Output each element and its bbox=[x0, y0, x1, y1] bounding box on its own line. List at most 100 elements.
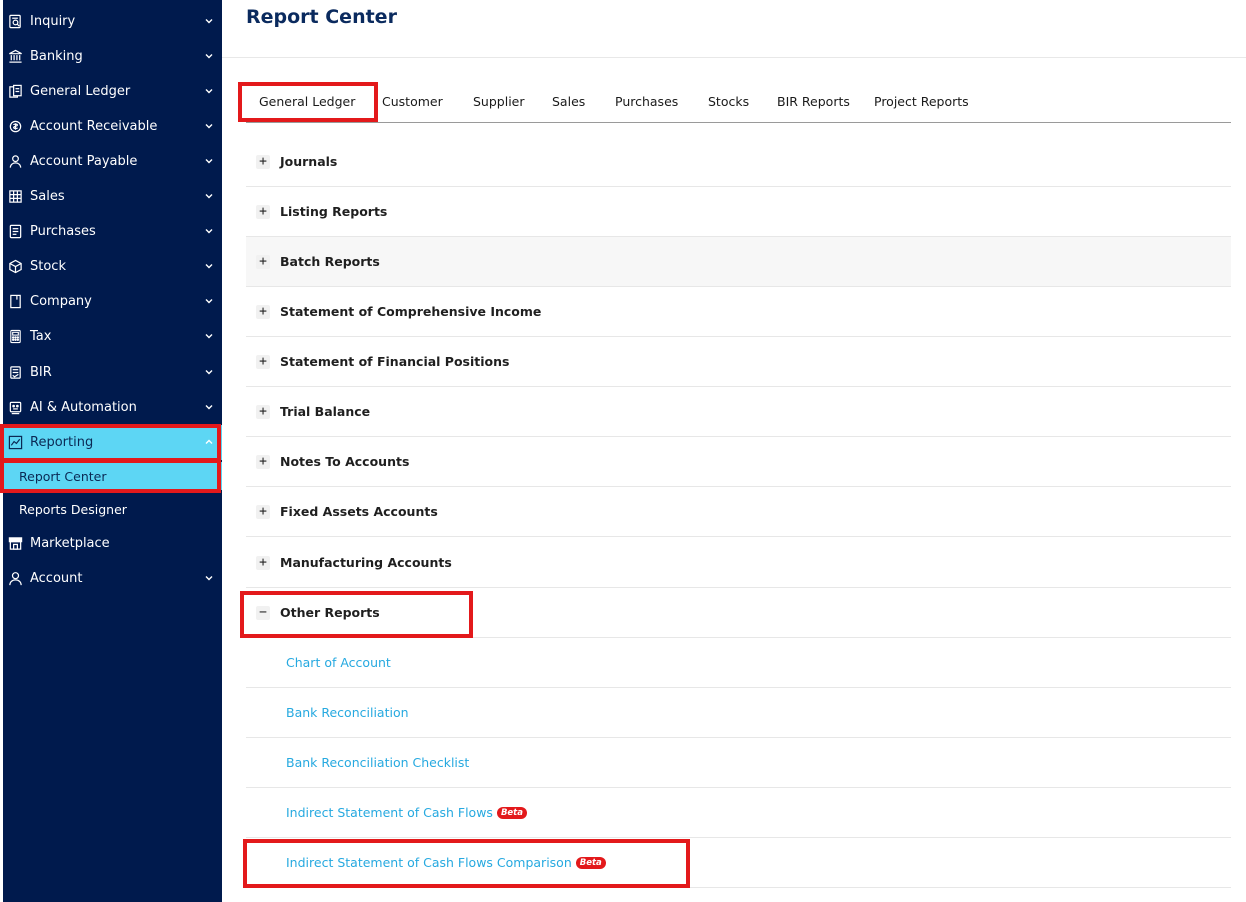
sales-icon bbox=[7, 189, 23, 205]
section-journals[interactable]: + Journals bbox=[246, 137, 1231, 187]
inquiry-icon bbox=[7, 14, 23, 30]
tab-supplier[interactable]: Supplier bbox=[473, 94, 525, 109]
chevron-down-icon bbox=[205, 405, 213, 410]
section-notes-to-accounts[interactable]: + Notes To Accounts bbox=[246, 437, 1231, 487]
sidebar-item-label: Account Payable bbox=[30, 154, 138, 169]
section-label: Other Reports bbox=[280, 605, 380, 620]
sidebar-item-label: Marketplace bbox=[30, 536, 110, 551]
sidebar-subitem-report-center[interactable]: Report Center bbox=[3, 462, 222, 490]
expand-icon[interactable]: + bbox=[256, 304, 270, 319]
sidebar-item-marketplace[interactable]: Marketplace bbox=[3, 526, 222, 561]
section-label: Trial Balance bbox=[280, 404, 371, 419]
sidebar-item-label: AI & Automation bbox=[30, 400, 137, 415]
beta-badge: Beta bbox=[496, 806, 527, 819]
report-link-chart-of-account[interactable]: Chart of Account bbox=[286, 655, 391, 670]
sidebar-item-reporting[interactable]: Reporting bbox=[3, 425, 222, 460]
section-manufacturing-accounts[interactable]: + Manufacturing Accounts bbox=[246, 538, 1231, 588]
report-link-indirect-cash-flows-comparison[interactable]: Indirect Statement of Cash Flows Compari… bbox=[286, 855, 572, 870]
chevron-down-icon bbox=[205, 576, 213, 581]
sidebar-item-label: Banking bbox=[30, 49, 83, 64]
ai-icon bbox=[7, 400, 23, 416]
section-statement-of-comprehensive-income[interactable]: + Statement of Comprehensive Income bbox=[246, 287, 1231, 337]
section-label: Manufacturing Accounts bbox=[280, 555, 452, 570]
sidebar-item-purchases[interactable]: Purchases bbox=[3, 214, 222, 249]
tab-project-reports[interactable]: Project Reports bbox=[874, 94, 969, 109]
expand-icon[interactable]: + bbox=[256, 204, 270, 219]
report-link-bank-reconciliation[interactable]: Bank Reconciliation bbox=[286, 705, 409, 720]
section-other-reports[interactable]: − Other Reports bbox=[246, 588, 1231, 638]
expand-icon[interactable]: + bbox=[256, 454, 270, 469]
sidebar-item-stock[interactable]: Stock bbox=[3, 249, 222, 284]
expand-icon[interactable]: + bbox=[256, 254, 270, 269]
list-item: Indirect Statement of Cash Flows Beta bbox=[246, 788, 1231, 838]
receivable-icon bbox=[7, 119, 23, 135]
sidebar-item-label: Purchases bbox=[30, 224, 96, 239]
stock-icon bbox=[7, 259, 23, 275]
sidebar-item-label: Inquiry bbox=[30, 14, 76, 29]
chevron-down-icon bbox=[205, 194, 213, 199]
chart-icon bbox=[7, 435, 23, 451]
expand-icon[interactable]: + bbox=[256, 354, 270, 369]
sidebar-item-account-payable[interactable]: Account Payable bbox=[3, 144, 222, 179]
report-link-bank-reconciliation-checklist[interactable]: Bank Reconciliation Checklist bbox=[286, 755, 469, 770]
purchases-icon bbox=[7, 224, 23, 240]
page-header: Report Center bbox=[222, 0, 1246, 58]
sidebar-item-ai-automation[interactable]: AI & Automation bbox=[3, 390, 222, 425]
section-fixed-assets-accounts[interactable]: + Fixed Assets Accounts bbox=[246, 487, 1231, 537]
chevron-up-icon bbox=[205, 439, 213, 444]
sidebar-item-label: General Ledger bbox=[30, 84, 131, 99]
section-label: Fixed Assets Accounts bbox=[280, 504, 438, 519]
chevron-down-icon bbox=[205, 229, 213, 234]
chevron-down-icon bbox=[205, 159, 213, 164]
sidebar-item-banking[interactable]: Banking bbox=[3, 39, 222, 74]
sidebar-item-account-receivable[interactable]: Account Receivable bbox=[3, 109, 222, 144]
chevron-down-icon bbox=[205, 370, 213, 375]
expand-icon[interactable]: + bbox=[256, 154, 270, 169]
sidebar-item-tax[interactable]: Tax bbox=[3, 319, 222, 354]
chevron-down-icon bbox=[205, 264, 213, 269]
section-statement-of-financial-positions[interactable]: + Statement of Financial Positions bbox=[246, 337, 1231, 387]
list-item: Indirect Statement of Cash Flows Compari… bbox=[246, 838, 1231, 888]
sidebar-item-account[interactable]: Account bbox=[3, 561, 222, 596]
sidebar-item-label: BIR bbox=[30, 365, 52, 380]
sidebar-item-sales[interactable]: Sales bbox=[3, 179, 222, 214]
section-batch-reports[interactable]: + Batch Reports bbox=[246, 237, 1231, 287]
collapse-icon[interactable]: − bbox=[256, 605, 270, 620]
section-label: Statement of Comprehensive Income bbox=[280, 304, 542, 319]
tab-sales[interactable]: Sales bbox=[552, 94, 585, 109]
tab-bir-reports[interactable]: BIR Reports bbox=[777, 94, 850, 109]
expand-icon[interactable]: + bbox=[256, 404, 270, 419]
store-icon bbox=[7, 536, 23, 552]
report-link-indirect-cash-flows[interactable]: Indirect Statement of Cash Flows bbox=[286, 805, 493, 820]
company-icon bbox=[7, 294, 23, 310]
expand-icon[interactable]: + bbox=[256, 555, 270, 570]
list-item: Bank Reconciliation bbox=[246, 688, 1231, 738]
sidebar-item-label: Stock bbox=[30, 259, 66, 274]
sidebar-item-company[interactable]: Company bbox=[3, 284, 222, 319]
sidebar-item-general-ledger[interactable]: General Ledger bbox=[3, 74, 222, 109]
section-label: Batch Reports bbox=[280, 254, 380, 269]
user-icon bbox=[7, 571, 23, 587]
chevron-down-icon bbox=[205, 124, 213, 129]
sidebar: Inquiry Banking General Ledger Account R… bbox=[0, 0, 222, 902]
expand-icon[interactable]: + bbox=[256, 504, 270, 519]
list-item: Chart of Account bbox=[246, 638, 1231, 688]
sidebar-item-label: Reporting bbox=[30, 435, 94, 450]
sidebar-subitem-reports-designer[interactable]: Reports Designer bbox=[3, 495, 222, 523]
sidebar-item-bir[interactable]: BIR bbox=[3, 355, 222, 390]
sidebar-item-label: Sales bbox=[30, 189, 65, 204]
sidebar-item-label: Account bbox=[30, 571, 83, 586]
section-listing-reports[interactable]: + Listing Reports bbox=[246, 187, 1231, 237]
report-tabs: General Ledger Customer Supplier Sales P… bbox=[246, 86, 1231, 123]
tab-stocks[interactable]: Stocks bbox=[708, 94, 749, 109]
section-label: Journals bbox=[280, 154, 338, 169]
tab-general-ledger[interactable]: General Ledger bbox=[259, 94, 355, 109]
chevron-down-icon bbox=[205, 54, 213, 59]
section-trial-balance[interactable]: + Trial Balance bbox=[246, 387, 1231, 437]
ledger-icon bbox=[7, 84, 23, 100]
tax-icon bbox=[7, 329, 23, 345]
tab-customer[interactable]: Customer bbox=[382, 94, 443, 109]
sidebar-item-inquiry[interactable]: Inquiry bbox=[3, 4, 222, 39]
section-label: Listing Reports bbox=[280, 204, 388, 219]
tab-purchases[interactable]: Purchases bbox=[615, 94, 678, 109]
